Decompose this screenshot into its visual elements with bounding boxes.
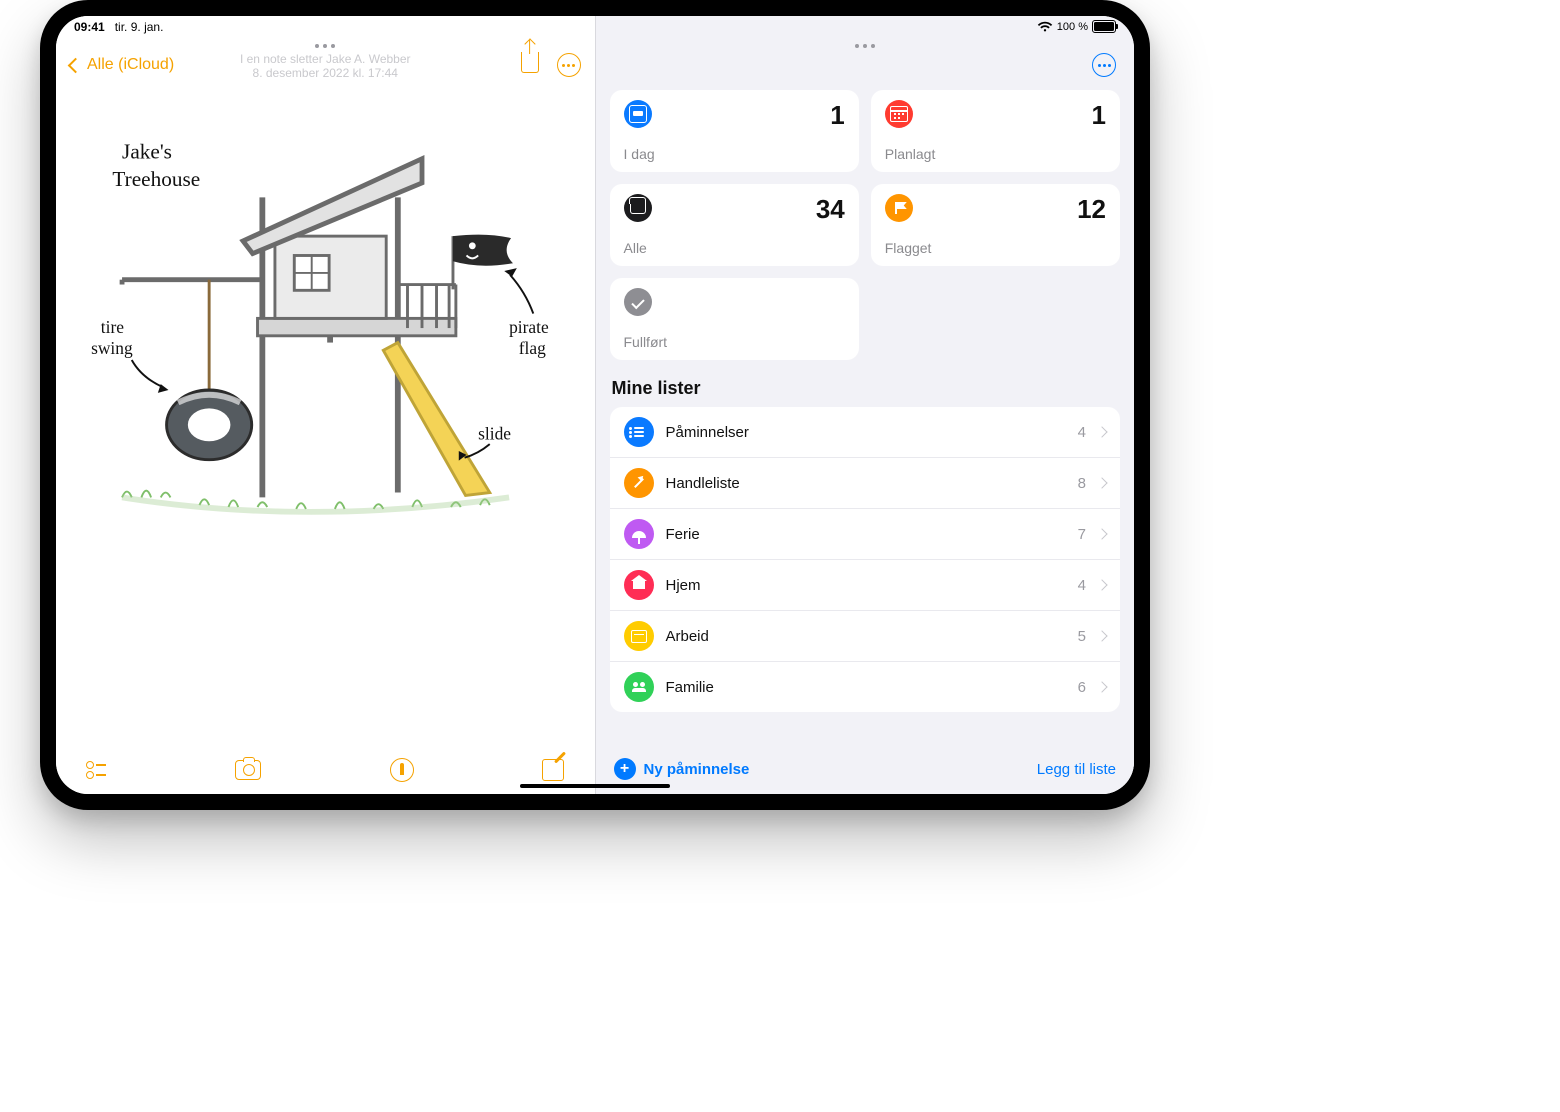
chevron-right-icon bbox=[1096, 426, 1107, 437]
new-reminder-button[interactable]: + Ny påminnelse bbox=[614, 758, 750, 780]
reminders-more-button[interactable] bbox=[1092, 53, 1116, 77]
section-my-lists: Mine lister bbox=[596, 360, 1135, 407]
camera-button[interactable] bbox=[235, 760, 261, 780]
list-name: Ferie bbox=[666, 526, 1066, 543]
list-icon bbox=[624, 672, 654, 702]
draw-slide: slide bbox=[478, 423, 511, 443]
list-row[interactable]: Hjem 4 bbox=[610, 560, 1121, 611]
card-completed[interactable]: Fullført bbox=[610, 278, 859, 360]
list-name: Påminnelser bbox=[666, 424, 1066, 441]
tray-icon bbox=[624, 194, 652, 222]
note-drawing[interactable]: Jake's Treehouse tire swing pirate flag … bbox=[64, 91, 587, 746]
chevron-right-icon bbox=[1096, 579, 1107, 590]
chevron-right-icon bbox=[1096, 630, 1107, 641]
draw-title2: Treehouse bbox=[112, 167, 200, 191]
card-all[interactable]: 34 Alle bbox=[610, 184, 859, 266]
chevron-right-icon bbox=[1096, 477, 1107, 488]
note-edit-subtitle: I en note sletter Jake A. Webber 8. dese… bbox=[56, 52, 595, 85]
reminders-toolbar: + Ny påminnelse Legg til liste bbox=[596, 744, 1135, 794]
card-today[interactable]: 1 I dag bbox=[610, 90, 859, 172]
list-count: 6 bbox=[1078, 679, 1086, 696]
compose-icon bbox=[542, 759, 564, 781]
list-count: 8 bbox=[1078, 475, 1086, 492]
list-icon bbox=[624, 417, 654, 447]
draw-pirate1: pirate bbox=[509, 317, 549, 337]
card-scheduled[interactable]: 1 Planlagt bbox=[871, 90, 1120, 172]
checkmark-icon bbox=[624, 288, 652, 316]
new-reminder-label: Ny påminnelse bbox=[644, 761, 750, 778]
card-flagged[interactable]: 12 Flagget bbox=[871, 184, 1120, 266]
calendar-icon bbox=[885, 100, 913, 128]
plus-circle-icon: + bbox=[614, 758, 636, 780]
draw-tire2: swing bbox=[91, 338, 133, 358]
chevron-right-icon bbox=[1096, 681, 1107, 692]
my-lists: Påminnelser 4 Handleliste 8 Ferie 7 Hjem 4 Arbei… bbox=[610, 407, 1121, 712]
notes-pane: Alle (iCloud) I en note sletter Jake A. … bbox=[56, 16, 595, 794]
list-icon bbox=[624, 519, 654, 549]
compose-button[interactable] bbox=[542, 759, 564, 781]
list-name: Handleliste bbox=[666, 475, 1066, 492]
list-row[interactable]: Arbeid 5 bbox=[610, 611, 1121, 662]
list-row[interactable]: Familie 6 bbox=[610, 662, 1121, 712]
wifi-icon bbox=[1037, 21, 1053, 33]
list-name: Familie bbox=[666, 679, 1066, 696]
home-indicator[interactable] bbox=[520, 784, 670, 788]
list-row[interactable]: Handleliste 8 bbox=[610, 458, 1121, 509]
draw-tire1: tire bbox=[101, 317, 124, 337]
list-name: Arbeid bbox=[666, 628, 1066, 645]
battery-pct: 100 % bbox=[1057, 21, 1088, 33]
ipad-frame: 09:41 tir. 9. jan. 100 % Alle (iCloud) bbox=[40, 0, 1150, 810]
list-icon bbox=[624, 570, 654, 600]
list-count: 4 bbox=[1078, 577, 1086, 594]
list-icon bbox=[624, 621, 654, 651]
status-time: 09:41 bbox=[74, 20, 105, 34]
markup-button[interactable] bbox=[390, 758, 414, 782]
flag-icon bbox=[885, 194, 913, 222]
draw-pirate2: flag bbox=[519, 338, 546, 358]
smart-lists: 1 I dag 1 Planlagt 34 bbox=[596, 90, 1135, 360]
camera-icon bbox=[235, 760, 261, 780]
add-list-button[interactable]: Legg til liste bbox=[1037, 761, 1116, 778]
checklist-button[interactable] bbox=[86, 761, 106, 779]
battery-icon bbox=[1092, 20, 1116, 33]
status-bar: 09:41 tir. 9. jan. 100 % bbox=[56, 16, 1134, 42]
splitview-handle-right[interactable] bbox=[855, 44, 875, 48]
draw-title1: Jake's bbox=[122, 140, 172, 164]
pencil-circle-icon bbox=[390, 758, 414, 782]
list-count: 5 bbox=[1078, 628, 1086, 645]
list-icon bbox=[624, 468, 654, 498]
list-row[interactable]: Påminnelser 4 bbox=[610, 407, 1121, 458]
status-date: tir. 9. jan. bbox=[115, 20, 164, 34]
screen: 09:41 tir. 9. jan. 100 % Alle (iCloud) bbox=[56, 16, 1134, 794]
share-icon bbox=[521, 52, 539, 73]
list-name: Hjem bbox=[666, 577, 1066, 594]
checklist-icon bbox=[86, 761, 106, 779]
list-count: 7 bbox=[1078, 526, 1086, 543]
splitview-handle-left[interactable] bbox=[315, 44, 335, 48]
chevron-right-icon bbox=[1096, 528, 1107, 539]
calendar-today-icon bbox=[624, 100, 652, 128]
list-row[interactable]: Ferie 7 bbox=[610, 509, 1121, 560]
list-count: 4 bbox=[1078, 424, 1086, 441]
notes-toolbar bbox=[56, 746, 595, 794]
reminders-pane: 1 I dag 1 Planlagt 34 bbox=[596, 16, 1135, 794]
